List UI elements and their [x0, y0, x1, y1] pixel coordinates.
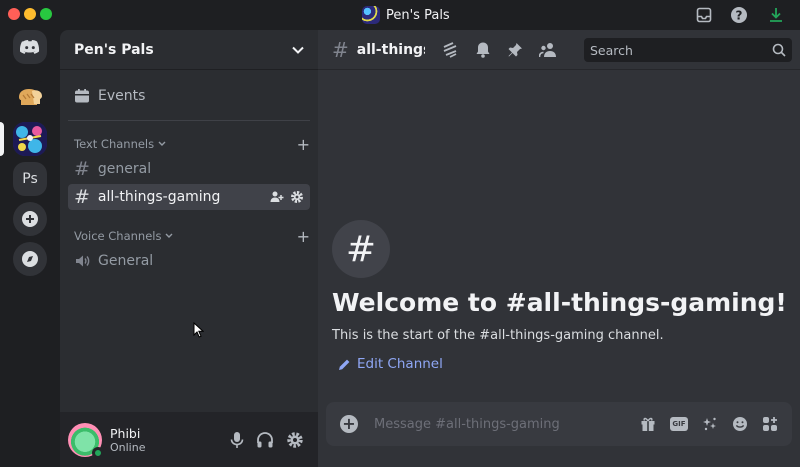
chevron-down-icon — [165, 233, 173, 239]
window-titlebar: Pen's Pals ? — [0, 0, 800, 30]
zoom-window-button[interactable] — [40, 8, 52, 20]
category-text-label: Text Channels — [74, 137, 155, 151]
user-info[interactable]: Phibi Online — [110, 426, 145, 454]
microphone-icon[interactable] — [230, 431, 244, 449]
events-item[interactable]: Events — [68, 83, 310, 109]
channel-label-general: general — [97, 161, 152, 177]
bread-icon — [19, 89, 42, 105]
channel-label-all-things-gaming: all-things-gaming — [97, 189, 221, 205]
headphones-icon[interactable] — [256, 431, 274, 449]
gear-icon[interactable] — [290, 190, 304, 204]
pencil-icon — [339, 359, 350, 370]
server-ps-label: Ps — [22, 171, 38, 187]
add-attachment-plus-icon[interactable]: + — [340, 415, 358, 433]
channel-hashtag-badge: # — [332, 220, 390, 278]
user-panel: Phibi Online — [60, 412, 318, 467]
minimize-window-button[interactable] — [24, 8, 36, 20]
discover-button[interactable] — [13, 242, 47, 276]
speaker-icon — [76, 255, 90, 267]
hashtag-icon: # — [345, 228, 377, 270]
user-settings-gear-icon[interactable] — [286, 431, 304, 449]
chat-area: # all-things-gaming — [318, 30, 800, 467]
search-box[interactable] — [584, 38, 792, 62]
create-invite-icon[interactable] — [270, 190, 284, 204]
pin-icon[interactable] — [507, 42, 523, 58]
sticker-sparkle-icon[interactable] — [702, 416, 718, 432]
create-channel-plus-icon[interactable]: + — [297, 135, 310, 154]
edit-channel-label: Edit Channel — [357, 356, 443, 372]
category-voice-label: Voice Channels — [74, 229, 162, 243]
message-input[interactable] — [374, 416, 594, 432]
voice-channel-item-general[interactable]: General — [68, 248, 310, 274]
help-icon[interactable]: ? — [729, 5, 749, 25]
channel-sidebar: Pen's Pals Events Text Channels + # gene… — [60, 30, 318, 467]
discord-logo-icon — [20, 40, 40, 54]
channel-header-name: all-things-gaming — [356, 41, 425, 58]
add-server-button[interactable] — [13, 202, 47, 236]
guild-name: Pen's Pals — [74, 41, 154, 58]
channel-header: # all-things-gaming — [318, 30, 800, 70]
mouse-cursor-icon — [193, 322, 204, 338]
hashtag-icon: # — [332, 37, 349, 62]
discord-app: Pen's Pals ? Ps Pen's Pals Events Text C… — [0, 0, 800, 467]
server-pens-pals-button[interactable] — [13, 122, 47, 156]
window-title-text: Pen's Pals — [386, 7, 450, 23]
username: Phibi — [110, 425, 141, 441]
plus-circle-icon — [22, 211, 38, 227]
emoji-icon[interactable] — [732, 416, 748, 432]
calendar-icon — [75, 89, 89, 103]
avatar[interactable] — [68, 422, 104, 459]
hashtag-icon: # — [74, 186, 90, 208]
apps-icon[interactable] — [762, 416, 778, 432]
gif-icon[interactable]: GIF — [670, 417, 688, 431]
gif-label: GIF — [672, 420, 686, 428]
channel-item-all-things-gaming[interactable]: # all-things-gaming — [68, 184, 310, 210]
category-voice-channels[interactable]: Voice Channels + — [74, 227, 310, 246]
notification-bell-icon[interactable] — [475, 41, 491, 58]
hashtag-icon: # — [74, 158, 90, 180]
edit-channel-link[interactable]: Edit Channel — [338, 356, 443, 372]
message-composer: + GIF — [326, 402, 792, 446]
chevron-down-icon — [292, 46, 304, 54]
server-rail: Ps — [0, 30, 60, 467]
create-voice-channel-plus-icon[interactable]: + — [297, 227, 310, 246]
sidebar-divider — [68, 120, 310, 121]
welcome-title: Welcome to #all-things-gaming! — [332, 288, 787, 317]
member-list-icon[interactable] — [538, 42, 557, 58]
guild-header[interactable]: Pen's Pals — [60, 30, 318, 70]
server-ps-button[interactable]: Ps — [13, 162, 47, 196]
search-input[interactable] — [590, 42, 760, 58]
gift-icon[interactable] — [640, 416, 656, 432]
download-icon[interactable] — [766, 5, 786, 25]
close-window-button[interactable] — [8, 8, 20, 20]
window-title: Pen's Pals — [362, 5, 450, 25]
user-status: Online — [110, 440, 146, 454]
online-status-dot — [92, 446, 104, 459]
welcome-subtitle: This is the start of the #all-things-gam… — [332, 328, 664, 343]
category-text-channels[interactable]: Text Channels + — [74, 135, 310, 154]
threads-icon[interactable] — [441, 41, 459, 59]
events-label: Events — [98, 88, 146, 104]
pens-pals-server-icon — [13, 122, 47, 156]
voice-channel-label-general: General — [98, 253, 154, 269]
chevron-down-icon — [158, 141, 166, 147]
compass-icon — [22, 251, 38, 267]
channel-item-general[interactable]: # general — [68, 156, 310, 182]
inbox-icon[interactable] — [694, 5, 714, 25]
server-bread-button[interactable] — [13, 80, 47, 114]
svg-text:?: ? — [736, 9, 743, 23]
server-icon-mini — [362, 6, 380, 24]
direct-messages-button[interactable] — [13, 30, 47, 64]
selected-server-indicator — [0, 122, 4, 156]
search-icon — [772, 43, 786, 57]
